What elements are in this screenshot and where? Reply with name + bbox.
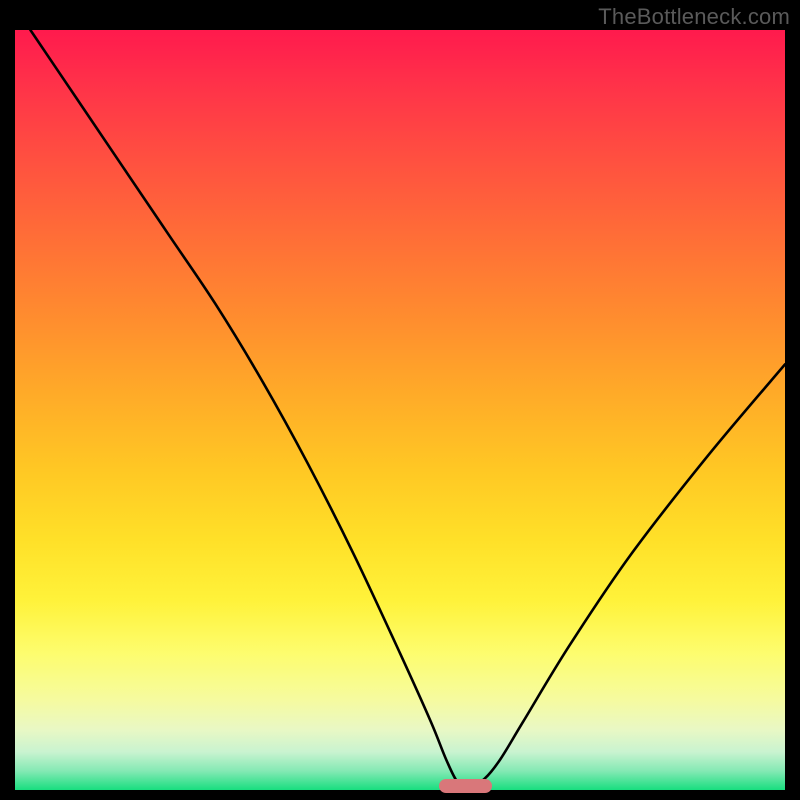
watermark-text: TheBottleneck.com bbox=[598, 4, 790, 30]
bottleneck-curve bbox=[15, 30, 785, 790]
plot-area bbox=[15, 30, 785, 790]
minimum-marker bbox=[439, 779, 493, 793]
chart-frame: TheBottleneck.com bbox=[0, 0, 800, 800]
